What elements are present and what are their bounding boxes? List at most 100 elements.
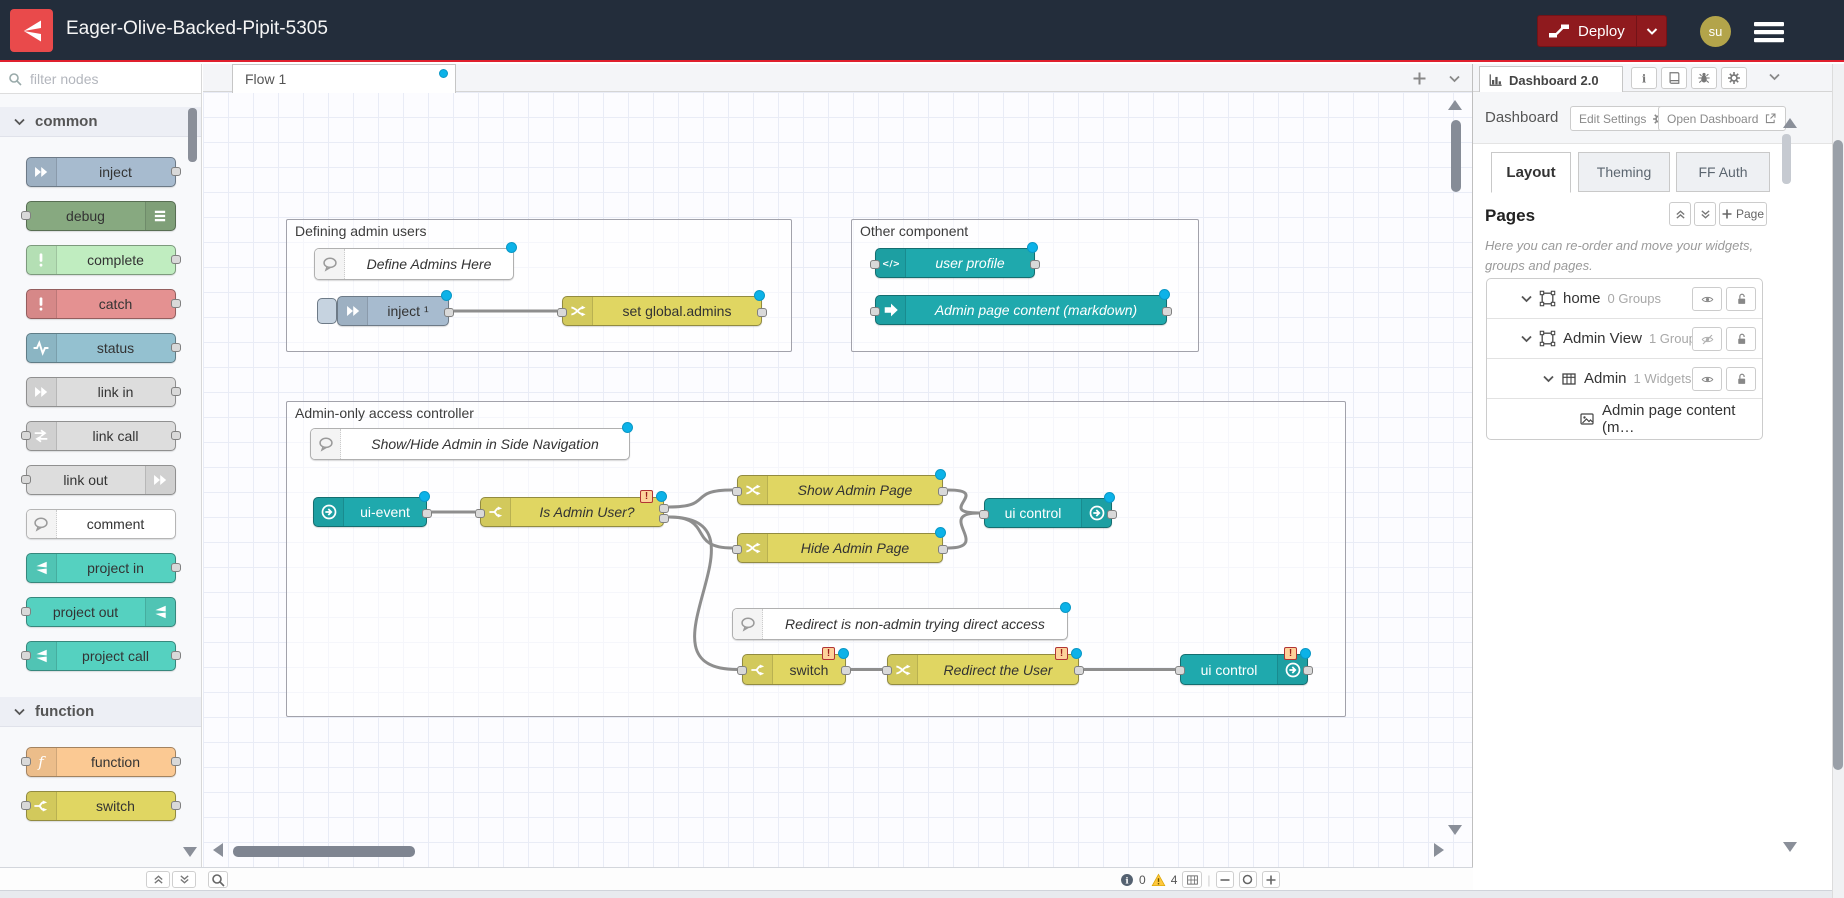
node-set-global.admins[interactable]: set global.admins	[562, 296, 762, 326]
node-define-admins-here[interactable]: Define Admins Here	[314, 248, 514, 280]
node-input-port[interactable]	[21, 607, 31, 616]
page-scrollbar-thumb[interactable]	[1833, 140, 1843, 770]
tab-theming[interactable]: Theming	[1578, 152, 1670, 192]
zoom-in-button[interactable]	[1262, 871, 1280, 888]
chevron-down-icon[interactable]	[1521, 294, 1532, 303]
palette-node-project-in[interactable]: project in	[26, 553, 176, 583]
sidebar-scroll-up-icon[interactable]	[1783, 118, 1797, 128]
node-input-port[interactable]	[21, 651, 31, 660]
node-output-port[interactable]	[659, 514, 669, 523]
collapse-all-button[interactable]	[1669, 202, 1691, 226]
sidebar-debug-tab[interactable]	[1691, 67, 1717, 89]
wire[interactable]	[669, 517, 737, 670]
expand-all-button[interactable]	[1694, 202, 1716, 226]
palette-node-link-in[interactable]: link in	[26, 377, 176, 407]
palette-node-catch[interactable]: catch	[26, 289, 176, 319]
node-output-port[interactable]	[938, 487, 948, 496]
palette-filter-input[interactable]	[28, 70, 178, 88]
node-output-port[interactable]	[1030, 260, 1040, 269]
palette-collapse-categories-button[interactable]	[146, 871, 170, 888]
node-input-port[interactable]	[21, 211, 31, 220]
node-input-port[interactable]	[21, 757, 31, 766]
node-is-admin-user?[interactable]: Is Admin User?!	[480, 497, 664, 527]
main-menu-button[interactable]	[1752, 20, 1786, 44]
tree-item-admin[interactable]: Admin1 Widgets	[1487, 359, 1762, 399]
node-output-port[interactable]	[841, 666, 851, 675]
palette-expand-categories-button[interactable]	[172, 871, 196, 888]
node-input-port[interactable]	[732, 545, 742, 554]
node-output-port[interactable]	[171, 651, 181, 660]
palette-node-comment[interactable]: comment	[26, 509, 176, 539]
node-output-port[interactable]	[938, 545, 948, 554]
deploy-options-chevron-icon[interactable]	[1646, 26, 1658, 36]
palette-scroll-down-icon[interactable]	[183, 847, 197, 857]
page-scrollbar[interactable]	[1832, 64, 1844, 898]
node-output-port[interactable]	[171, 757, 181, 766]
toggle-navigator-button[interactable]	[1182, 871, 1202, 888]
tab-flow-1[interactable]: Flow 1	[232, 64, 456, 93]
node-output-port[interactable]	[422, 509, 432, 518]
user-avatar[interactable]: su	[1700, 16, 1731, 47]
sidebar-scrollbar-thumb[interactable]	[1782, 134, 1791, 184]
node-output-port[interactable]	[171, 299, 181, 308]
node-input-port[interactable]	[557, 308, 567, 317]
node-output-port[interactable]	[1074, 666, 1084, 675]
node-output-port[interactable]	[444, 308, 454, 317]
node-output-port[interactable]	[1162, 307, 1172, 316]
sidebar-scroll-down-icon[interactable]	[1783, 842, 1797, 852]
palette-node-debug[interactable]: debug	[26, 201, 176, 231]
node-redirect-the-user[interactable]: Redirect the User!	[887, 654, 1079, 685]
palette-scrollbar-thumb[interactable]	[188, 108, 197, 162]
canvas-search-button[interactable]	[208, 871, 228, 888]
tab-dashboard-2[interactable]: Dashboard 2.0	[1479, 66, 1623, 93]
node-input-port[interactable]	[870, 260, 880, 269]
node-output-port[interactable]	[171, 431, 181, 440]
sidebar-config-tab[interactable]	[1721, 67, 1747, 89]
node-admin-page-content-(markdown)[interactable]: Admin page content (markdown)	[875, 295, 1167, 325]
sidebar-help-tab[interactable]	[1661, 67, 1687, 89]
palette-node-link-out[interactable]: link out	[26, 465, 176, 495]
wire[interactable]	[669, 490, 732, 507]
node-user-profile[interactable]: </>user profile	[875, 248, 1035, 278]
node-input-port[interactable]	[882, 666, 892, 675]
node-input-port[interactable]	[737, 666, 747, 675]
flow-list-chevron-icon[interactable]	[1449, 74, 1460, 83]
node-hide-admin-page[interactable]: Hide Admin Page	[737, 533, 943, 563]
palette-category-common[interactable]: common	[0, 107, 201, 137]
node-output-port[interactable]	[1303, 666, 1313, 675]
open-dashboard-button[interactable]: Open Dashboard	[1658, 106, 1786, 131]
wire[interactable]	[669, 517, 732, 548]
wire[interactable]	[948, 490, 979, 513]
node-show-admin-page[interactable]: Show Admin Page	[737, 475, 943, 505]
tree-item-home[interactable]: home0 Groups	[1487, 279, 1762, 319]
tree-item-admin-page-content-(m…[interactable]: Admin page content (m…	[1487, 399, 1762, 439]
node-input-port[interactable]	[870, 307, 880, 316]
node-input-port[interactable]	[979, 510, 989, 519]
node-output-port[interactable]	[171, 563, 181, 572]
node-redirect-is-non-admin-trying-direct-access[interactable]: Redirect is non-admin trying direct acce…	[732, 608, 1068, 640]
palette-node-inject[interactable]: inject	[26, 157, 176, 187]
node-ui-event[interactable]: ui-event	[313, 497, 427, 527]
node-output-port[interactable]	[171, 387, 181, 396]
wire[interactable]	[948, 513, 979, 548]
node-output-port[interactable]	[171, 167, 181, 176]
node-input-port[interactable]	[732, 487, 742, 496]
tree-item-admin-view[interactable]: Admin View1 Groups	[1487, 319, 1762, 359]
lock-toggle-button[interactable]	[1726, 367, 1756, 391]
palette-node-complete[interactable]: complete	[26, 245, 176, 275]
chevron-down-icon[interactable]	[1543, 374, 1554, 383]
node-output-port[interactable]	[659, 504, 669, 513]
node-output-port[interactable]	[171, 255, 181, 264]
deploy-button[interactable]: Deploy	[1537, 15, 1667, 47]
node-input-port[interactable]	[1175, 666, 1185, 675]
palette-node-project-out[interactable]: project out	[26, 597, 176, 627]
add-page-button[interactable]: Page	[1719, 202, 1767, 226]
palette-node-function[interactable]: ffunction	[26, 747, 176, 777]
inject-button[interactable]	[317, 298, 337, 324]
node-input-port[interactable]	[21, 431, 31, 440]
visibility-toggle-button[interactable]	[1692, 287, 1722, 311]
visibility-toggle-button[interactable]	[1692, 367, 1722, 391]
node-input-port[interactable]	[21, 475, 31, 484]
node-show/hide-admin-in-side-navigation[interactable]: Show/Hide Admin in Side Navigation	[310, 428, 630, 460]
palette-node-link-call[interactable]: link call	[26, 421, 176, 451]
